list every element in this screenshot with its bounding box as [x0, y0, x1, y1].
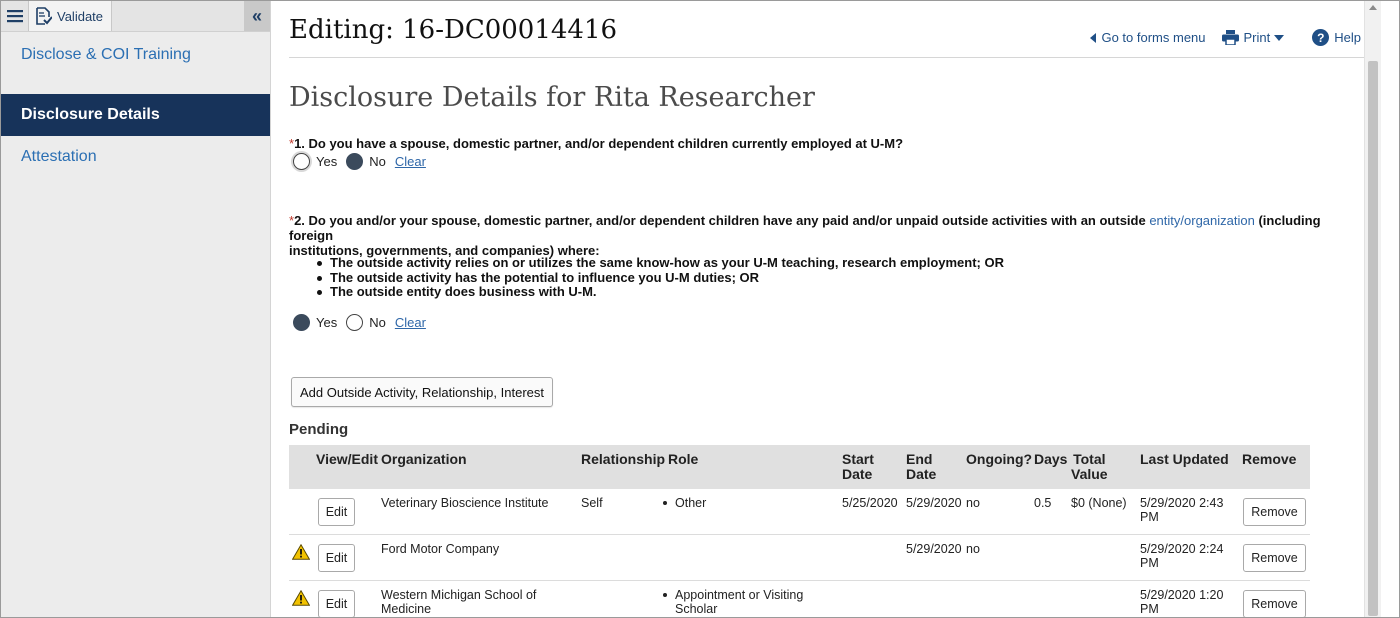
col-ongoing: Ongoing?: [966, 451, 1033, 467]
edit-button[interactable]: Edit: [318, 590, 355, 617]
col-relationship: Relationship: [581, 451, 666, 467]
entity-organization-link[interactable]: entity/organization: [1149, 213, 1255, 228]
q1-yes-radio[interactable]: [293, 153, 310, 170]
page-title: Editing: 16-DC00014416: [289, 15, 618, 45]
app-window: Validate « Disclose & COI Training Discl…: [0, 0, 1400, 618]
q2-clear-link[interactable]: Clear: [395, 315, 426, 330]
pending-table: View/Edit Organization Relationship Role…: [289, 445, 1310, 617]
q2-yes-label: Yes: [316, 315, 338, 330]
last-updated-cell: 5/29/2020 2:24 PM: [1140, 542, 1224, 570]
question-1-options: Yes No Clear: [293, 153, 426, 170]
printer-icon: [1221, 30, 1239, 45]
warning-icon: [292, 590, 310, 606]
scrollbar-thumb[interactable]: [1368, 61, 1378, 616]
go-to-forms-menu-link[interactable]: Go to forms menu: [1090, 30, 1206, 45]
relationship-cell: Self: [581, 496, 603, 510]
document-check-icon: [36, 7, 52, 25]
pending-section-title: Pending: [289, 421, 349, 438]
question-2-text: 2. Do you and/or your spouse, domestic p…: [294, 213, 1150, 228]
col-days: Days: [1034, 451, 1068, 467]
list-item: The outside activity has the potential t…: [317, 270, 1004, 286]
validate-button[interactable]: Validate: [29, 1, 113, 31]
table-row: Edit Ford Motor Company 5/29/2020 no 5/2…: [289, 535, 1310, 581]
question-1-text: 1. Do you have a spouse, domestic partne…: [294, 136, 904, 151]
start-date-cell: 5/25/2020: [842, 496, 898, 510]
col-end-date: End Date: [906, 451, 937, 482]
col-view-edit: View/Edit: [316, 451, 378, 467]
menu-icon[interactable]: [1, 1, 29, 31]
role-cell: Appointment or Visiting Scholar: [661, 588, 803, 616]
question-2-criteria-list: The outside activity relies on or utiliz…: [317, 255, 1004, 300]
organization-cell: Western Michigan School of Medicine: [381, 588, 537, 616]
ongoing-cell: no: [966, 496, 980, 510]
last-updated-cell: 5/29/2020 1:20 PM: [1140, 588, 1224, 616]
table-header: View/Edit Organization Relationship Role…: [289, 445, 1310, 489]
add-outside-activity-button[interactable]: Add Outside Activity, Relationship, Inte…: [291, 377, 553, 407]
caret-down-icon: [1274, 34, 1285, 41]
col-remove: Remove: [1242, 451, 1297, 467]
organization-cell: Ford Motor Company: [381, 542, 500, 556]
q1-yes-label: Yes: [316, 154, 338, 169]
sidebar-toolbar: Validate «: [1, 1, 270, 32]
remove-button[interactable]: Remove: [1243, 590, 1306, 617]
arrow-left-icon: [1090, 32, 1097, 43]
col-organization: Organization: [381, 451, 467, 467]
q1-no-label: No: [369, 154, 386, 169]
col-start-date: Start Date: [842, 451, 874, 482]
q1-clear-link[interactable]: Clear: [395, 154, 426, 169]
help-link[interactable]: ? Help: [1312, 29, 1361, 46]
print-menu[interactable]: Print: [1221, 30, 1285, 45]
days-cell: 0.5: [1034, 496, 1052, 510]
remove-button[interactable]: Remove: [1243, 498, 1306, 526]
col-total-value: Total Value: [1071, 451, 1108, 482]
last-updated-cell: 5/29/2020 2:43 PM: [1140, 496, 1224, 524]
total-value-cell: $0 (None): [1071, 496, 1127, 510]
ongoing-cell: no: [966, 542, 980, 556]
organization-cell: Veterinary Bioscience Institute: [381, 496, 549, 510]
col-role: Role: [668, 451, 699, 467]
header-links: Go to forms menu Print ? Help: [1074, 29, 1361, 46]
table-row: Edit Veterinary Bioscience Institute Sel…: [289, 489, 1310, 535]
validate-label: Validate: [57, 8, 104, 24]
sidebar-item-disclose-training[interactable]: Disclose & COI Training: [1, 32, 270, 94]
table-row: Edit Western Michigan School of Medicine …: [289, 581, 1310, 617]
remove-button[interactable]: Remove: [1243, 544, 1306, 572]
q2-no-radio[interactable]: [346, 314, 364, 331]
q2-no-label: No: [369, 315, 386, 330]
col-last-updated: Last Updated: [1140, 451, 1229, 467]
sidebar: Validate « Disclose & COI Training Discl…: [1, 1, 271, 617]
sidebar-item-attestation[interactable]: Attestation: [1, 136, 270, 166]
end-date-cell: 5/29/2020: [906, 496, 962, 510]
scroll-up-icon[interactable]: [1369, 5, 1377, 10]
sidebar-item-disclosure-details[interactable]: Disclosure Details: [1, 94, 270, 136]
q2-yes-radio[interactable]: [293, 314, 310, 331]
q1-no-radio[interactable]: [346, 153, 364, 170]
end-date-cell: 5/29/2020: [906, 542, 962, 556]
help-icon: ?: [1312, 29, 1330, 46]
section-title: Disclosure Details for Rita Researcher: [289, 82, 815, 113]
list-item: The outside activity relies on or utiliz…: [317, 255, 1004, 271]
collapse-sidebar-icon[interactable]: «: [244, 1, 270, 31]
warning-icon: [292, 544, 310, 560]
page-header: Editing: 16-DC00014416 Go to forms menu …: [289, 1, 1381, 58]
list-item: The outside entity does business with U-…: [317, 284, 1004, 300]
vertical-scrollbar[interactable]: [1364, 1, 1381, 617]
edit-button[interactable]: Edit: [318, 498, 355, 526]
question-1: *1. Do you have a spouse, domestic partn…: [289, 136, 903, 151]
main-content: Editing: 16-DC00014416 Go to forms menu …: [289, 1, 1381, 617]
role-cell: Other: [661, 496, 706, 510]
question-2: *2. Do you and/or your spouse, domestic …: [289, 213, 1321, 258]
question-2-options: Yes No Clear: [293, 314, 426, 331]
edit-button[interactable]: Edit: [318, 544, 355, 572]
